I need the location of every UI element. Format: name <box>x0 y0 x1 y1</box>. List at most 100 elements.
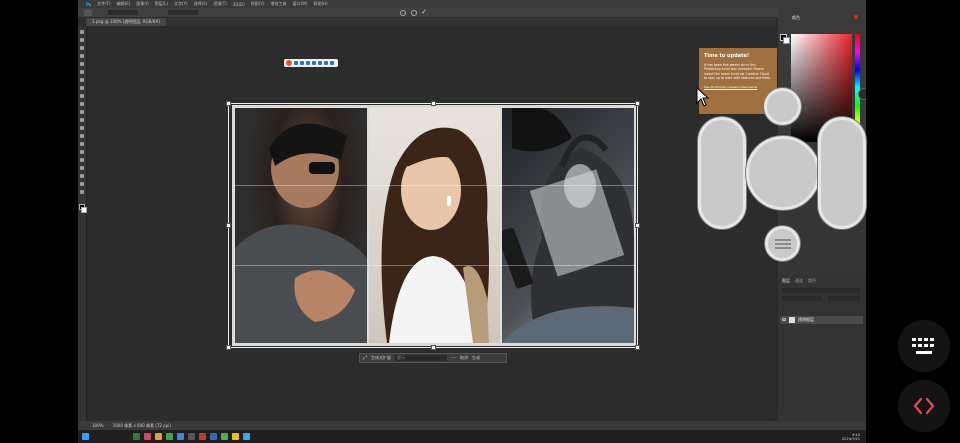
shape-tool-icon[interactable] <box>80 174 84 178</box>
toolbar-icon[interactable] <box>300 61 304 65</box>
document-info[interactable]: 1000 像素 x 600 像素 (72 ppi) <box>113 423 171 428</box>
toolbar-icon[interactable] <box>294 61 298 65</box>
taskbar-app-icon[interactable] <box>155 433 162 440</box>
menu-item-type[interactable]: 文字(Y) <box>174 1 188 7</box>
menu-item-view[interactable]: 视图(V) <box>251 1 265 7</box>
crop-tool-icon[interactable] <box>80 62 84 66</box>
notification-link[interactable]: See Photoshop release notes below <box>704 85 772 89</box>
panel-close-icon[interactable] <box>854 15 858 19</box>
taskbar-app-icon[interactable] <box>188 433 195 440</box>
menu-item-edit[interactable]: 编辑(E) <box>117 1 131 7</box>
tool-preset-button[interactable] <box>84 10 92 16</box>
marquee-tool-icon[interactable] <box>80 38 84 42</box>
zoom-level[interactable]: 100% <box>92 423 103 428</box>
taskbar-app-icon[interactable] <box>243 433 250 440</box>
path-select-icon[interactable] <box>80 166 84 170</box>
transform-handle-tl[interactable] <box>226 101 231 106</box>
tab-channels[interactable]: 通道 <box>795 278 803 284</box>
brush-tool-icon[interactable] <box>80 94 84 98</box>
transform-handle-tr[interactable] <box>635 101 640 106</box>
prompt-input[interactable]: 提示 <box>395 355 448 361</box>
undo-icon[interactable] <box>400 10 406 16</box>
dodge-tool-icon[interactable] <box>80 142 84 146</box>
menu-item-window[interactable]: 窗口(W) <box>293 1 308 7</box>
menu-item-file[interactable]: 文件(F) <box>97 1 110 7</box>
toolbar-icon[interactable] <box>318 61 322 65</box>
transform-handle-tc[interactable] <box>431 101 436 106</box>
code-fab[interactable] <box>898 380 950 432</box>
menu-item-3d[interactable]: 3D(D) <box>233 2 245 7</box>
transform-handle-bl[interactable] <box>226 345 231 350</box>
taskbar-app-icon[interactable] <box>210 433 217 440</box>
app-logo-icon[interactable] <box>286 60 292 66</box>
generative-expand-icon[interactable]: ⤢ <box>363 355 367 361</box>
transform-handle-br[interactable] <box>635 345 640 350</box>
quick-select-tool-icon[interactable] <box>80 54 84 58</box>
windows-start-icon[interactable] <box>82 433 89 440</box>
options-field[interactable] <box>108 10 138 15</box>
overlay-button-menu[interactable] <box>765 226 800 261</box>
transform-handle-mr[interactable] <box>635 223 640 228</box>
menu-item-select[interactable]: 选择(S) <box>194 1 208 7</box>
options-field[interactable] <box>168 10 198 15</box>
menu-item-image[interactable]: 图像(I) <box>136 1 148 7</box>
frame-tool-icon[interactable] <box>80 70 84 74</box>
transform-handle-ml[interactable] <box>226 223 231 228</box>
taskbar-app-icon[interactable] <box>177 433 184 440</box>
color-panel-tab[interactable]: 颜色 <box>792 15 800 21</box>
menu-item-help[interactable]: 帮助(H) <box>314 1 328 7</box>
lasso-tool-icon[interactable] <box>80 46 84 50</box>
keyboard-fab[interactable] <box>898 320 950 372</box>
panel-expand-icon[interactable] <box>858 88 866 100</box>
cancel-button[interactable]: 取消 <box>460 355 468 361</box>
toolbar-icon[interactable] <box>312 61 316 65</box>
layer-row-active[interactable]: 透明图层 <box>780 316 863 324</box>
healing-brush-icon[interactable] <box>80 86 84 90</box>
zoom-tool-icon[interactable] <box>80 190 84 194</box>
taskbar-app-icon[interactable] <box>221 433 228 440</box>
taskbar-app-icon[interactable] <box>144 433 151 440</box>
gradient-tool-icon[interactable] <box>80 126 84 130</box>
pen-tool-icon[interactable] <box>80 150 84 154</box>
transform-handle-bc[interactable] <box>431 345 436 350</box>
taskbar-app-icon[interactable] <box>199 433 206 440</box>
hand-tool-icon[interactable] <box>80 182 84 186</box>
overlay-button-left-pad[interactable] <box>698 117 746 229</box>
menu-item-filter[interactable]: 滤镜(T) <box>213 1 227 7</box>
menu-item-plugins[interactable]: 增效工具 <box>271 1 287 7</box>
taskbar-app-icon[interactable] <box>232 433 239 440</box>
generate-button[interactable]: 生成 <box>472 355 480 361</box>
toolbar-icon[interactable] <box>306 61 310 65</box>
background-swatch[interactable] <box>783 37 790 44</box>
overlay-button-right-pad[interactable] <box>818 117 866 229</box>
taskbar-app-icon[interactable] <box>133 433 140 440</box>
history-brush-icon[interactable] <box>80 110 84 114</box>
opacity-field[interactable] <box>828 296 860 301</box>
menu-item-layer[interactable]: 图层(L) <box>155 1 168 7</box>
clock-date[interactable]: 2024/7/21 <box>842 437 860 441</box>
type-tool-icon[interactable] <box>80 158 84 162</box>
ps-logo-icon[interactable]: Ps <box>86 2 91 7</box>
eyedropper-tool-icon[interactable] <box>80 78 84 82</box>
blend-mode-select[interactable] <box>782 296 822 301</box>
cancel-transform-icon[interactable] <box>411 10 417 16</box>
tab-layers[interactable]: 图层 <box>782 278 790 284</box>
document-tab[interactable]: 1.png @ 100% (透明图层, RGB/8#) <box>86 18 167 26</box>
move-tool-icon[interactable] <box>80 30 84 34</box>
overlay-button-center-joystick[interactable] <box>746 136 820 210</box>
canvas-workspace[interactable]: ⤢ 生成式扩展 提示 ⋯ 取消 生成 Time to update! It ha… <box>87 26 777 421</box>
toolbar-icon[interactable] <box>330 61 334 65</box>
more-options-icon[interactable]: ⋯ <box>451 355 456 361</box>
layer-filter-field[interactable] <box>782 288 860 293</box>
eraser-tool-icon[interactable] <box>80 118 84 122</box>
commit-check-icon[interactable]: ✓ <box>421 9 427 16</box>
overlay-button-top[interactable] <box>764 88 801 125</box>
layer-visibility-eye-icon[interactable] <box>782 318 786 321</box>
transform-bounding-box[interactable] <box>226 101 640 350</box>
layer-name[interactable]: 透明图层 <box>798 317 814 323</box>
generative-expand-label[interactable]: 生成式扩展 <box>371 355 391 361</box>
clone-stamp-icon[interactable] <box>80 102 84 106</box>
taskbar-app-icon[interactable] <box>166 433 173 440</box>
blur-tool-icon[interactable] <box>80 134 84 138</box>
toolbar-icon[interactable] <box>324 61 328 65</box>
